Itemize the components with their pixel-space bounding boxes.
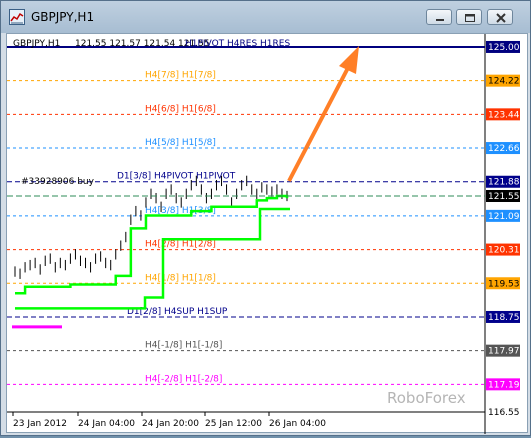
current-price-label: 121.55 [488, 192, 520, 202]
x-tick-label: 26 Jan 04:00 [269, 419, 326, 429]
minimize-icon [436, 19, 444, 21]
level-label: H4[5/8] H1[5/8] [145, 138, 216, 148]
price-tag-label: 125.00 [488, 43, 520, 53]
level-label: H4[-2/8] H1[-2/8] [145, 374, 222, 384]
chart-window-icon [9, 9, 25, 25]
y-tick-label: 116.55 [488, 408, 520, 418]
price-tag-label: 123.44 [488, 110, 520, 120]
level-label: H4[1/8] H1[1/8] [145, 273, 216, 283]
x-tick-label: 23 Jan 2012 [13, 419, 67, 429]
price-tag-label: 121.09 [488, 212, 520, 222]
time-axis: 23 Jan 2012 24 Jan 04:00 24 Jan 20:00 25 Ja… [12, 412, 326, 429]
price-tag-label: 117.97 [488, 347, 520, 357]
minimize-button[interactable] [426, 9, 452, 25]
price-tag-label: 118.75 [488, 313, 520, 323]
maximize-icon [465, 14, 475, 22]
price-tag-label: 121.88 [488, 178, 520, 188]
price-tag-label: 122.66 [488, 144, 520, 154]
window-title: GBPJPY,H1 [31, 10, 95, 24]
level-label: D1[3/8] H4PIVOT H1PIVOT [117, 172, 236, 182]
level-label: H4[-1/8] H1[-1/8] [145, 341, 222, 351]
price-tag-label: 124.22 [488, 77, 520, 87]
close-button[interactable] [487, 9, 513, 25]
symbol-label: GBPJPY,H1 [13, 39, 60, 49]
x-tick-label: 24 Jan 20:00 [142, 419, 199, 429]
close-icon [496, 13, 506, 23]
watermark: RoboForex [387, 389, 466, 407]
price-tag-label: 119.53 [488, 279, 520, 289]
order-label: #33928906 buy [21, 177, 95, 187]
chart-area[interactable]: 125.00 H4[7/8] H1[7/8] 124.22 H4[6/8] H1[6/… [6, 33, 529, 434]
level-label: H4[6/8] H1[6/8] [145, 104, 216, 114]
level-label: H4[2/8] H1[2/8] [145, 240, 216, 250]
x-tick-label: 25 Jan 12:00 [205, 419, 262, 429]
price-chart[interactable]: 125.00 H4[7/8] H1[7/8] 124.22 H4[6/8] H1[6/… [7, 34, 529, 434]
x-tick-label: 24 Jan 04:00 [78, 419, 135, 429]
level-note: H1PIVOT H4RES H1RES [185, 39, 290, 49]
plot-background [7, 34, 485, 412]
maximize-button[interactable] [456, 9, 482, 25]
price-tag-label: 117.19 [488, 380, 520, 390]
title-bar[interactable]: GBPJPY,H1 [1, 1, 530, 33]
price-tag-label: 120.31 [488, 246, 520, 256]
level-label: H4[7/8] H1[7/8] [145, 71, 216, 81]
chart-window: GBPJPY,H1 125.00 H4[7/8] H1[7/8] 124.22 H4[… [0, 0, 531, 436]
